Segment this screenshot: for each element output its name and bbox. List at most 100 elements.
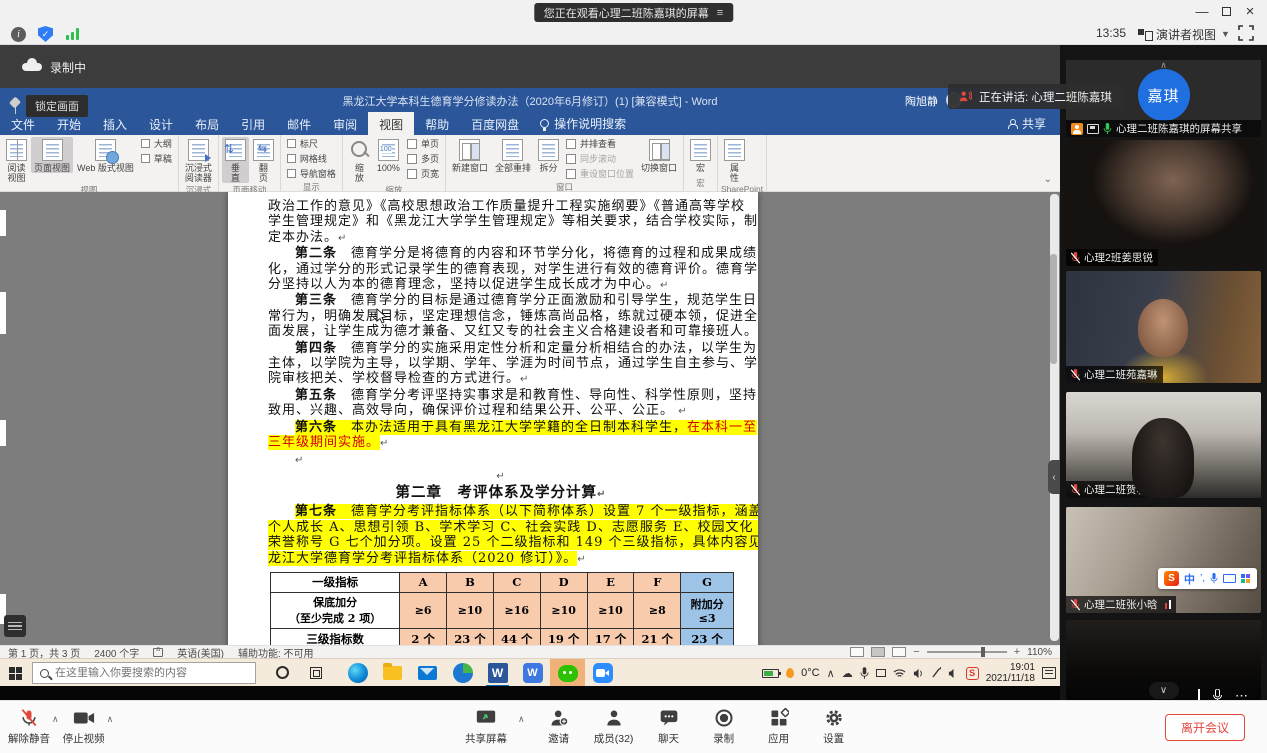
tab-baidu-netdisk[interactable]: 百度网盘	[460, 112, 530, 135]
cloud-tray-icon[interactable]: ☁	[842, 667, 853, 680]
proofing-icon[interactable]	[153, 648, 163, 657]
taskbar-wps[interactable]: W	[515, 659, 550, 687]
volume-tray-icon[interactable]	[948, 668, 959, 679]
invite-button[interactable]: 邀请	[536, 708, 582, 746]
chat-button[interactable]: 聊天	[646, 708, 692, 746]
share-options-caret[interactable]: ∧	[518, 714, 525, 725]
switch-windows-button[interactable]: 切换窗口	[638, 137, 680, 173]
meeting-info-icon[interactable]: i	[11, 27, 26, 42]
video-tile[interactable]: S 中 ’, 心理二班张小晗	[1066, 507, 1261, 613]
view-mode-selector[interactable]: 演讲者视图 ▼	[1138, 24, 1230, 44]
zoom-slider-thumb[interactable]	[981, 647, 985, 657]
window-minimize-button[interactable]: —	[1191, 2, 1213, 20]
tab-help[interactable]: 帮助	[414, 112, 460, 135]
display-tray-icon[interactable]	[876, 669, 886, 677]
arrange-all-button[interactable]: 全部重排	[492, 137, 534, 173]
tab-review[interactable]: 审阅	[322, 112, 368, 135]
stop-video-button[interactable]: 停止视频	[61, 708, 107, 746]
taskbar-clock[interactable]: 19:01 2021/11/18	[986, 662, 1035, 684]
mic-options-caret[interactable]: ∧	[52, 714, 59, 725]
video-options-caret[interactable]: ∧	[107, 714, 114, 725]
settings-button[interactable]: 设置	[811, 708, 857, 746]
properties-button[interactable]: 属 性	[721, 137, 748, 183]
temperature[interactable]: 0°C	[801, 667, 819, 679]
pen-tray-icon[interactable]	[931, 667, 941, 679]
mic-outline-icon[interactable]	[1212, 689, 1223, 700]
ribbon-collapse-chevron[interactable]: ⌄	[1044, 174, 1052, 185]
scroll-more-chevron[interactable]: ∨	[1149, 682, 1179, 699]
tab-mailings[interactable]: 邮件	[276, 112, 322, 135]
fullscreen-button[interactable]	[1238, 25, 1254, 41]
draft-check[interactable]: 草稿	[141, 152, 172, 165]
banner-menu-icon[interactable]: ≡	[717, 7, 723, 19]
multi-page-button[interactable]: 多页	[407, 152, 439, 165]
web-layout-view-icon[interactable]	[892, 647, 906, 657]
gridlines-check[interactable]: 网格线	[287, 152, 336, 165]
more-options-icon[interactable]: ⋯	[1235, 688, 1249, 700]
share-screen-button[interactable]: 共享屏幕	[463, 708, 509, 746]
unmute-button[interactable]: 解除静音	[6, 708, 52, 746]
tab-design[interactable]: 设计	[138, 112, 184, 135]
speaker-icon[interactable]	[913, 668, 924, 679]
cortana-button[interactable]	[276, 666, 289, 679]
tell-me-search[interactable]: 操作说明搜索	[530, 112, 636, 135]
nav-pane-check[interactable]: 导航窗格	[287, 167, 336, 180]
apps-button[interactable]: 应用	[756, 708, 802, 746]
zoom-100-button[interactable]: 100%	[374, 137, 403, 173]
start-button[interactable]	[0, 659, 30, 687]
ruler-check[interactable]: 标尺	[287, 137, 336, 150]
task-view-button[interactable]	[310, 667, 322, 679]
keyboard-icon[interactable]	[1223, 574, 1236, 583]
taskbar-edge[interactable]	[340, 659, 375, 687]
one-page-button[interactable]: 单页	[407, 137, 439, 150]
leave-meeting-button[interactable]: 离开会议	[1165, 714, 1245, 741]
web-layout-button[interactable]: Web 版式视图	[74, 137, 137, 173]
new-window-button[interactable]: 新建窗口	[449, 137, 491, 173]
video-tile[interactable]: 心理二班苑嘉琳	[1066, 271, 1261, 383]
vertical-button[interactable]: 垂 直	[222, 137, 249, 183]
taskbar-browser[interactable]	[445, 659, 480, 687]
record-button[interactable]: 录制	[701, 708, 747, 746]
zoom-slider[interactable]	[927, 651, 1007, 653]
document-page[interactable]: 政治工作的意见》《高校思想政治工作质量提升工程实施纲要》《普通高等学校学生管理规…	[228, 192, 758, 645]
zoom-in-button[interactable]: +	[1014, 646, 1020, 658]
window-close-button[interactable]: ×	[1239, 2, 1261, 20]
taskbar-voov[interactable]	[585, 659, 620, 687]
read-mode-button[interactable]: 阅读 视图	[3, 137, 30, 183]
read-mode-view-icon[interactable]	[850, 647, 864, 657]
punctuation-icon[interactable]: ’,	[1200, 573, 1205, 584]
battery-icon[interactable]	[762, 669, 779, 678]
tab-insert[interactable]: 插入	[92, 112, 138, 135]
microphone-tray-icon[interactable]	[860, 667, 869, 680]
taskbar-explorer[interactable]	[375, 659, 410, 687]
split-button[interactable]: 拆分	[535, 137, 562, 173]
wifi-icon[interactable]	[893, 668, 906, 678]
scrollbar-thumb[interactable]	[1050, 254, 1057, 364]
page-width-button[interactable]: 页宽	[407, 167, 439, 180]
voice-input-icon[interactable]	[1210, 573, 1218, 584]
video-tile[interactable]: 心理2班姜思锐	[1066, 140, 1261, 266]
tab-references[interactable]: 引用	[230, 112, 276, 135]
taskbar-mail[interactable]	[410, 659, 445, 687]
window-maximize-button[interactable]	[1215, 2, 1237, 20]
tile-mini-toolbar[interactable]: ⋯	[1198, 688, 1249, 700]
security-shield-icon[interactable]: ✓	[38, 26, 53, 42]
members-button[interactable]: 成员(32)	[591, 708, 637, 746]
watching-banner[interactable]: 您正在观看心理二班陈嘉琪的屏幕 ≡	[534, 3, 733, 22]
action-center-icon[interactable]	[1042, 667, 1056, 679]
side-by-side-button[interactable]: 并排查看	[566, 137, 634, 150]
hidden-icons-chevron[interactable]: ∧	[827, 667, 835, 680]
search-input[interactable]	[55, 667, 248, 679]
immersive-reader-button[interactable]: 沉浸式 阅读器	[182, 137, 215, 183]
side-to-side-button[interactable]: 翻 页	[250, 137, 277, 183]
document-scrollbar[interactable]	[1050, 194, 1059, 641]
weather-icon[interactable]	[786, 668, 794, 678]
sogou-tray-icon[interactable]: S	[966, 667, 979, 680]
sogou-logo-icon[interactable]: S	[1164, 571, 1179, 586]
floating-toolbar-icon[interactable]	[4, 615, 26, 637]
tab-view[interactable]: 视图	[368, 112, 414, 135]
taskbar-word[interactable]: W	[480, 659, 515, 687]
zoom-percentage[interactable]: 110%	[1027, 647, 1052, 658]
pin-icon[interactable]	[10, 98, 20, 114]
sogou-input-toolbar[interactable]: S 中 ’,	[1158, 568, 1257, 589]
